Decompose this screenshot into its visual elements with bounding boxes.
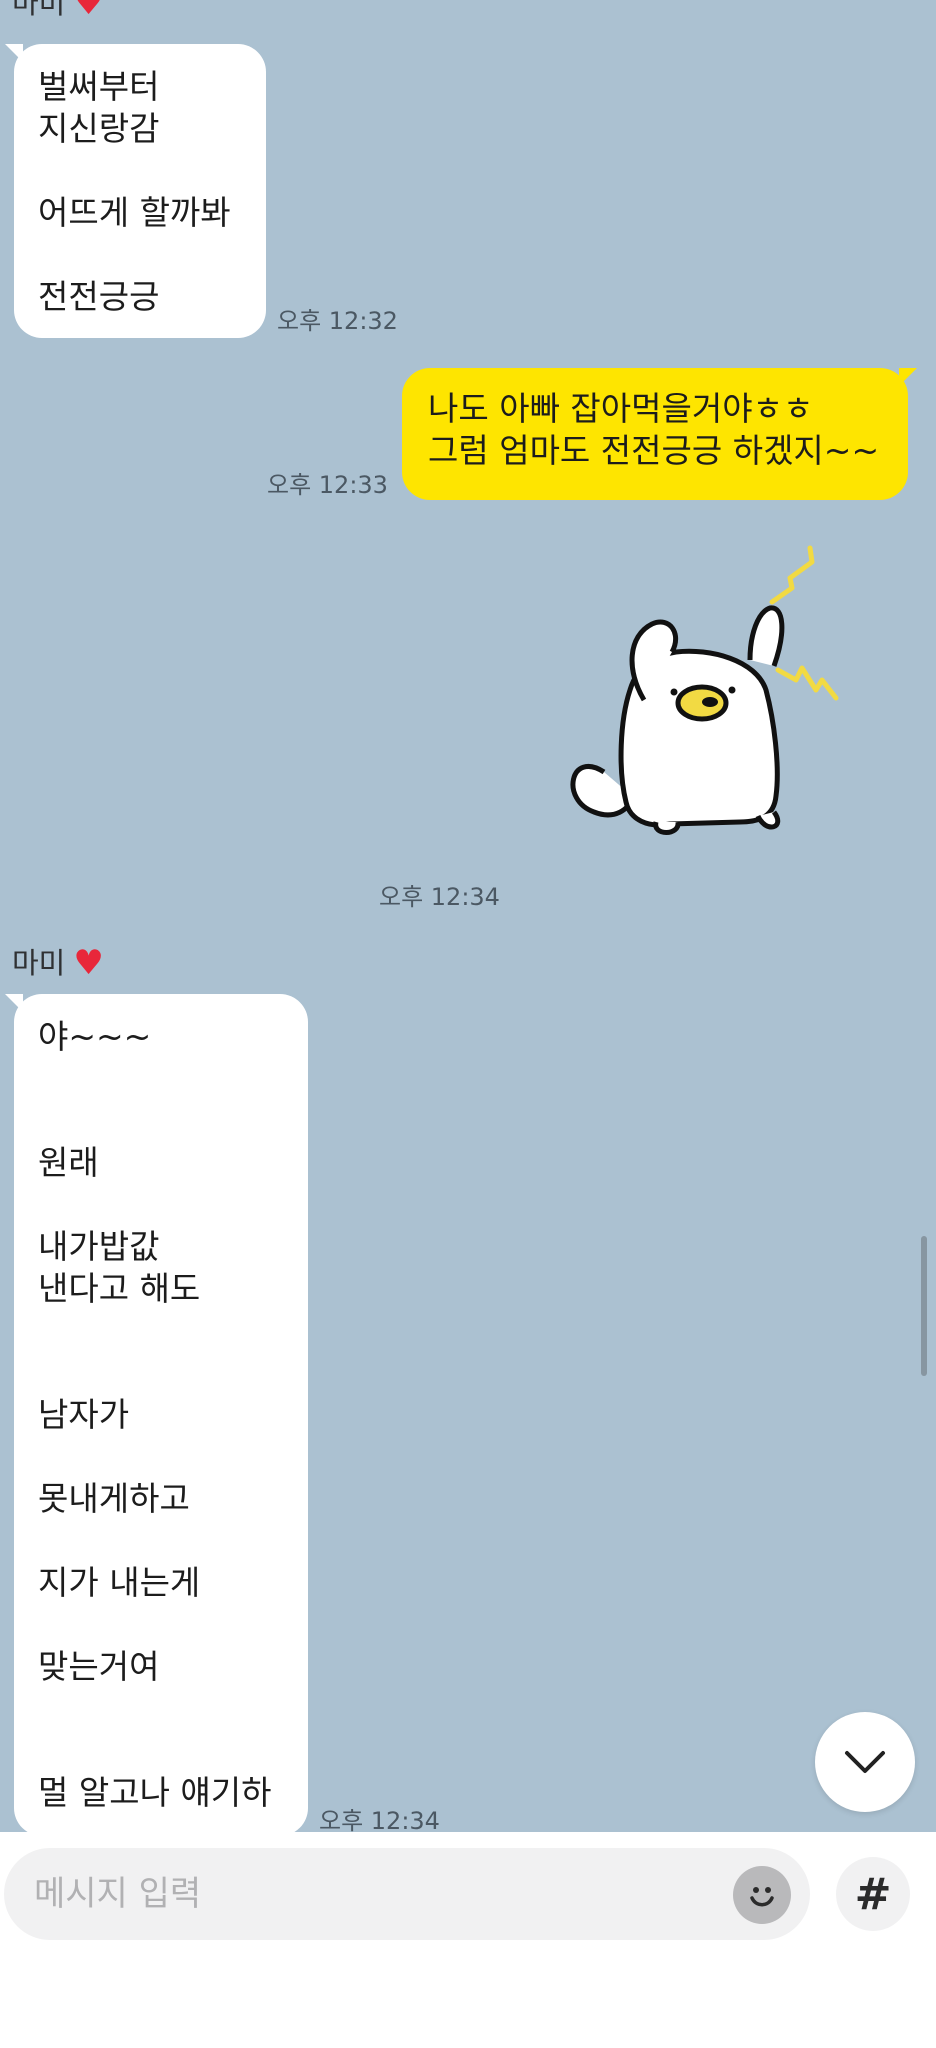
message-input-placeholder: 메시지 입력 (34, 1874, 202, 1914)
emoji-button[interactable] (733, 1866, 791, 1924)
message-input[interactable]: 메시지 입력 (4, 1848, 810, 1940)
heart-icon: ♥ (73, 0, 104, 23)
sender-name-label: 마미 (12, 945, 66, 980)
hashtag-search-button[interactable]: # (836, 1857, 910, 1931)
sender-name-top: 마미 ♥ (12, 0, 104, 20)
message-time: 오후 12:32 (277, 307, 398, 335)
message-bubble-received[interactable]: 벌써부터 지신랑감 어뜨게 할까봐 전전긍긍 (5, 44, 266, 338)
message-time: 오후 12:34 (379, 883, 500, 911)
chevron-down-icon (845, 1751, 885, 1773)
smiley-icon (750, 1887, 774, 1907)
sticker-image (570, 545, 839, 835)
message-bubble-sent[interactable]: 나도 아빠 잡아먹을거야ㅎㅎ 그럼 엄마도 전전긍긍 하겠지~~ (402, 368, 917, 500)
message-time: 오후 12:34 (319, 1807, 440, 1832)
scroll-to-bottom-button[interactable] (815, 1712, 915, 1812)
chat-area[interactable]: 마미 ♥ 벌써부터 지신랑감 어뜨게 할까봐 전전긍긍 오후 12:32 나도 … (0, 0, 936, 1832)
startled-bird-sticker[interactable] (560, 540, 850, 840)
sender-name: 마미 ♥ (12, 946, 104, 980)
message-input-bar: 메시지 입력 # (0, 1832, 936, 2048)
sender-name-label: 마미 (12, 0, 66, 20)
message-bubble-received[interactable]: 야~~~ 원래 내가밥값 낸다고 해도 남자가 못내게하고 지가 내는게 맞는거… (5, 994, 308, 1832)
message-time: 오후 12:33 (267, 471, 388, 499)
heart-icon: ♥ (73, 943, 104, 983)
scrollbar[interactable] (921, 1236, 927, 1376)
